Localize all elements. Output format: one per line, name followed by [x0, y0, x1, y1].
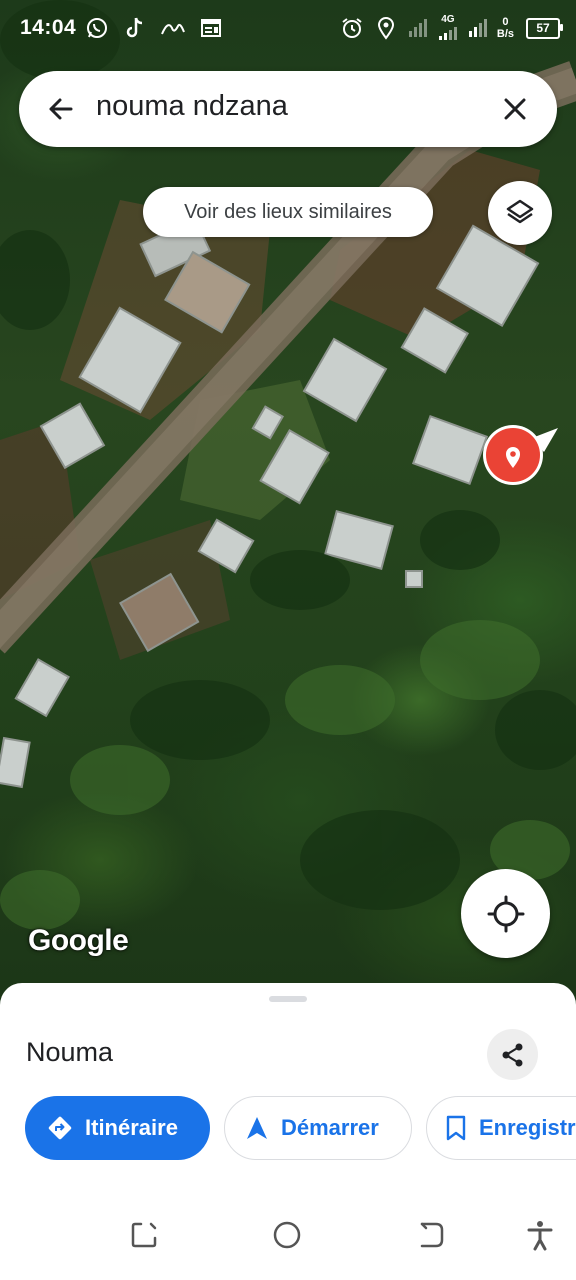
close-icon	[504, 98, 526, 120]
signal-icon	[407, 14, 429, 42]
place-title: Nouma	[26, 1037, 114, 1067]
clear-search-button[interactable]	[495, 89, 535, 129]
satellite-map[interactable]	[0, 0, 576, 1000]
place-marker[interactable]	[482, 424, 562, 488]
news-icon	[198, 14, 224, 42]
directions-label: Itinéraire	[85, 1115, 178, 1140]
save-button[interactable]: Enregistrer	[426, 1096, 576, 1160]
signature-icon	[160, 14, 186, 42]
net-speed: 0 B/s	[497, 16, 514, 40]
map-pin-icon	[483, 425, 558, 485]
share-button[interactable]	[487, 1029, 538, 1080]
save-label: Enregistrer	[479, 1115, 576, 1140]
location-icon	[373, 14, 399, 42]
system-icons: 4G 0 B/s 57	[339, 14, 563, 42]
accessibility-button[interactable]	[523, 1218, 557, 1252]
share-icon	[502, 1043, 522, 1066]
battery-level: 57	[536, 21, 550, 35]
my-location-button[interactable]	[461, 869, 550, 958]
tiktok-icon	[122, 14, 148, 42]
status-bar: 14:04 4G 0 B/s 57	[0, 0, 576, 58]
home-button[interactable]	[270, 1218, 304, 1252]
bookmark-icon	[446, 1115, 466, 1141]
back-nav-button[interactable]	[414, 1218, 448, 1252]
arrow-back-icon	[49, 98, 73, 120]
search-bar[interactable]: nouma ndzana	[19, 71, 557, 147]
directions-button[interactable]: Itinéraire	[25, 1096, 210, 1160]
action-buttons: Itinéraire Démarrer Enregistrer	[25, 1096, 576, 1160]
search-input[interactable]: nouma ndzana	[96, 90, 288, 123]
mobile-data-indicator: 4G	[437, 15, 459, 41]
layers-icon	[506, 199, 534, 224]
satellite-imagery	[0, 0, 576, 930]
crosshair-icon	[487, 895, 524, 932]
home-circle-icon	[273, 1221, 301, 1249]
back-button[interactable]	[41, 89, 81, 129]
system-navigation-bar	[0, 1190, 576, 1280]
recents-icon	[131, 1222, 157, 1248]
battery-indicator: 57	[526, 17, 563, 39]
status-time: 14:04	[20, 16, 77, 39]
map-layers-button[interactable]	[488, 181, 552, 245]
accessibility-icon	[527, 1221, 553, 1251]
alarm-icon	[339, 14, 365, 42]
notification-icons	[84, 14, 224, 42]
recent-apps-button[interactable]	[127, 1218, 161, 1252]
signal-icon	[467, 14, 489, 42]
directions-icon	[48, 1116, 72, 1140]
google-attribution: Google	[28, 924, 129, 957]
net-speed-value: 0	[502, 16, 509, 28]
navigation-arrow-icon	[247, 1117, 267, 1139]
net-speed-unit: B/s	[496, 28, 514, 40]
network-type: 4G	[441, 14, 455, 25]
start-navigation-button[interactable]: Démarrer	[224, 1096, 412, 1160]
drag-handle[interactable]	[269, 996, 307, 1002]
back-icon	[420, 1222, 444, 1248]
similar-places-chip[interactable]: Voir des lieux similaires	[143, 187, 433, 237]
whatsapp-icon	[84, 14, 110, 42]
start-label: Démarrer	[281, 1115, 379, 1140]
